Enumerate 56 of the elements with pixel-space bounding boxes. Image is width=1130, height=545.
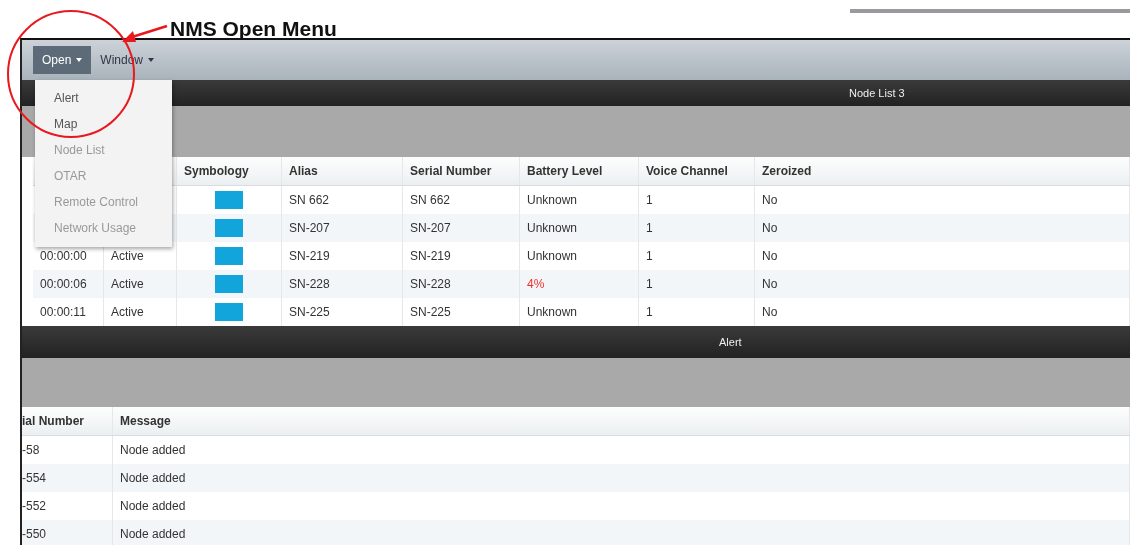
caret-icon (148, 58, 155, 62)
table-cell: Node added (120, 527, 186, 541)
menu-button[interactable]: Open (33, 46, 92, 74)
annotation-label: NMS Open Menu (170, 18, 337, 40)
table-cell: 00:00:11 (40, 305, 86, 319)
column-header[interactable]: Serial Number (403, 157, 520, 185)
table-cell: Active (111, 305, 144, 319)
table-cell: -552 (22, 499, 47, 513)
table-cell: SN-207 (410, 221, 451, 235)
menu-item[interactable]: Map (35, 111, 172, 137)
column-header[interactable]: Symbology (177, 157, 282, 185)
table-cell: Active (111, 277, 144, 291)
caret-icon (76, 58, 83, 62)
table-cell: Unknown (527, 249, 578, 263)
table-cell: SN-219 (289, 249, 330, 263)
table-cell: 00:00:00 (40, 249, 87, 263)
table-cell: 00:00:06 (40, 277, 87, 291)
column-header[interactable]: Voice Channel (639, 157, 755, 185)
column-header[interactable]: Battery Level (520, 157, 639, 185)
table-cell: Unknown (527, 221, 578, 235)
table-cell: 1 (646, 277, 653, 291)
table-cell: Unknown (527, 305, 578, 319)
column-header[interactable]: Zeroized (755, 157, 1130, 185)
table-cell: SN-228 (410, 277, 451, 291)
panel-title: Alert (719, 336, 742, 348)
column-header[interactable]: Message (113, 407, 1130, 435)
table-cell: SN-207 (289, 221, 330, 235)
table-cell: No (762, 221, 778, 235)
table-cell: No (762, 277, 778, 291)
menu-item[interactable]: Alert (35, 85, 172, 111)
table-cell: Node added (120, 471, 186, 485)
column-header[interactable]: ial Number (22, 407, 113, 435)
table-cell: No (762, 305, 778, 319)
table-cell: SN-219 (410, 249, 451, 263)
table-cell: SN-225 (410, 305, 451, 319)
column-header[interactable]: Alias (282, 157, 403, 185)
table-cell: Unknown (527, 193, 578, 207)
table-cell: 1 (646, 193, 653, 207)
table-cell: -58 (22, 443, 40, 457)
panel-title: Node List 3 (849, 87, 905, 99)
table-cell: Node added (120, 443, 186, 457)
table-cell: SN 662 (289, 193, 330, 207)
table-cell: SN 662 (410, 193, 451, 207)
table-cell: -554 (22, 471, 47, 485)
table-cell: No (762, 249, 778, 263)
table-cell: SN-225 (289, 305, 330, 319)
table-cell: No (762, 193, 778, 207)
table-cell: 1 (646, 221, 653, 235)
table-cell: SN-228 (289, 277, 330, 291)
table-cell: 4% (527, 277, 545, 291)
table-cell: Active (111, 249, 144, 263)
table-cell: Node added (120, 499, 186, 513)
annotation-arrow (122, 24, 168, 43)
table-cell: 1 (646, 249, 653, 263)
table-cell: -550 (22, 527, 47, 541)
table-cell: 1 (646, 305, 653, 319)
